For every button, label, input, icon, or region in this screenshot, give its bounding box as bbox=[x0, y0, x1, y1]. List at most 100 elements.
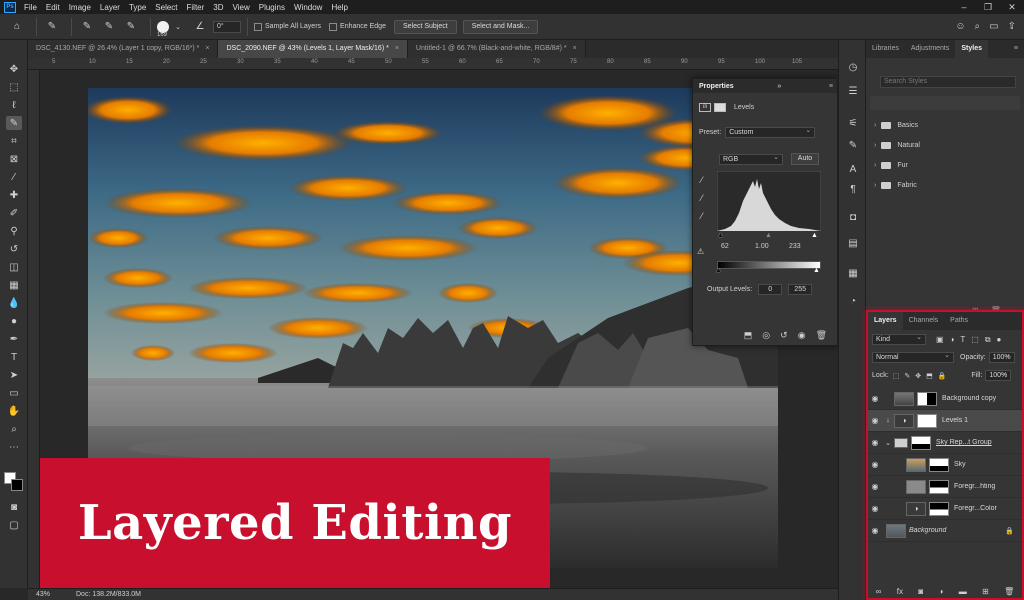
share-export-icon[interactable]: ⇪ bbox=[1008, 21, 1016, 32]
menu-layer[interactable]: Layer bbox=[100, 3, 120, 12]
zoom-tool-icon[interactable]: ⌕ bbox=[6, 422, 22, 436]
folder-basics[interactable]: › Basics bbox=[874, 118, 918, 132]
workspace-icon[interactable]: ▭ bbox=[989, 21, 998, 32]
screen-mode-icon[interactable]: ▢ bbox=[6, 518, 22, 532]
output-black-input[interactable]: 0 bbox=[758, 284, 783, 295]
layer-mask-thumbnail[interactable] bbox=[917, 391, 937, 406]
layer-levels-1[interactable]: ◉ ↓ ◑ Levels 1 bbox=[868, 410, 1022, 432]
channel-dropdown[interactable]: RGB bbox=[719, 153, 783, 165]
menu-plugins[interactable]: Plugins bbox=[259, 3, 285, 12]
enhance-edge-checkbox[interactable] bbox=[329, 22, 338, 31]
auto-button[interactable]: Auto bbox=[791, 153, 819, 165]
eye-icon[interactable]: ◉ bbox=[868, 394, 882, 403]
clip-to-layer-icon[interactable]: ⬒ bbox=[744, 330, 753, 341]
close-icon[interactable]: × bbox=[205, 45, 209, 52]
minimize-icon[interactable]: – bbox=[952, 2, 976, 13]
select-and-mask-button[interactable]: Select and Mask... bbox=[462, 19, 539, 34]
blend-mode-dropdown[interactable]: Normal bbox=[872, 351, 954, 363]
layer-background-copy[interactable]: ◉ Background copy bbox=[868, 388, 1022, 410]
home-icon[interactable]: ⌂ bbox=[8, 19, 26, 35]
mask-icon[interactable] bbox=[714, 103, 726, 112]
brush-settings-icon[interactable]: ⚟ bbox=[845, 116, 861, 130]
menu-window[interactable]: Window bbox=[294, 3, 322, 12]
input-black-value[interactable]: 62 bbox=[721, 243, 755, 250]
brushes-icon[interactable]: ✎ bbox=[845, 138, 861, 152]
link-layers-icon[interactable]: ∞ bbox=[876, 587, 882, 596]
eye-icon[interactable]: ◉ bbox=[868, 526, 882, 535]
layer-foreground-color[interactable]: ◉ ◑ Foregr...Color bbox=[868, 498, 1022, 520]
background-color-swatch[interactable] bbox=[11, 479, 23, 491]
close-icon[interactable]: × bbox=[395, 45, 399, 52]
close-window-icon[interactable]: ✕ bbox=[1000, 2, 1024, 13]
layer-background[interactable]: ◉ Background 🔒 bbox=[868, 520, 1022, 542]
lasso-tool-icon[interactable]: ℓ bbox=[6, 98, 22, 112]
history-brush-tool-icon[interactable]: ↺ bbox=[6, 242, 22, 256]
swatches-icon[interactable]: ▤ bbox=[845, 236, 861, 250]
maximize-icon[interactable]: ❐ bbox=[976, 2, 1000, 13]
patterns-icon[interactable]: ▦ bbox=[845, 266, 861, 280]
layer-mask-thumbnail[interactable] bbox=[929, 479, 949, 494]
menu-select[interactable]: Select bbox=[155, 3, 177, 12]
delete-layer-icon[interactable]: 🗑 bbox=[1004, 587, 1014, 596]
collapse-icon[interactable]: » bbox=[777, 83, 781, 90]
eyedropper-tool-icon[interactable]: ⁄ bbox=[6, 170, 22, 184]
clone-stamp-tool-icon[interactable]: ⚲ bbox=[6, 224, 22, 238]
menu-view[interactable]: View bbox=[233, 3, 250, 12]
preset-dropdown[interactable]: Custom bbox=[725, 126, 816, 138]
quick-selection-preset-icon[interactable]: ✎ bbox=[43, 19, 61, 35]
pen-tool-icon[interactable]: ✒ bbox=[6, 332, 22, 346]
panel-menu-icon[interactable]: ≡ bbox=[1008, 40, 1024, 58]
close-icon[interactable]: × bbox=[573, 45, 577, 52]
visibility-icon[interactable]: ◉ bbox=[798, 330, 806, 341]
select-subject-button[interactable]: Select Subject bbox=[393, 19, 457, 34]
crop-tool-icon[interactable]: ⌗ bbox=[6, 134, 22, 148]
menu-type[interactable]: Type bbox=[129, 3, 146, 12]
eye-icon[interactable]: ◉ bbox=[868, 438, 882, 447]
tab-layers[interactable]: Layers bbox=[868, 312, 903, 330]
frame-tool-icon[interactable]: ⊠ bbox=[6, 152, 22, 166]
input-sliders[interactable]: ▲ ▲ ▲ bbox=[717, 232, 821, 239]
hand-tool-icon[interactable]: ✋ bbox=[6, 404, 22, 418]
lock-icons[interactable]: ⬚✎✥⬒🔒 bbox=[893, 372, 952, 380]
eye-icon[interactable]: ◉ bbox=[868, 416, 882, 425]
menu-3d[interactable]: 3D bbox=[213, 3, 223, 12]
eye-icon[interactable]: ◉ bbox=[868, 504, 882, 513]
search-icon[interactable]: ⌕ bbox=[975, 21, 981, 32]
menu-edit[interactable]: Edit bbox=[46, 3, 60, 12]
properties-panel-icon[interactable]: ☰ bbox=[845, 84, 861, 98]
menu-filter[interactable]: Filter bbox=[187, 3, 205, 12]
menu-file[interactable]: File bbox=[24, 3, 37, 12]
angle-input[interactable]: 0° bbox=[213, 20, 241, 33]
new-layer-icon[interactable]: ⊞ bbox=[982, 587, 989, 596]
layer-mask-thumbnail[interactable] bbox=[911, 435, 931, 450]
tab-libraries[interactable]: Libraries bbox=[866, 40, 905, 58]
brush-tool-icon[interactable]: ✐ bbox=[6, 206, 22, 220]
search-styles-input[interactable]: Search Styles bbox=[880, 76, 1016, 88]
new-group-icon[interactable]: ▬ bbox=[959, 587, 967, 596]
kind-filter-dropdown[interactable]: Kind bbox=[872, 333, 926, 345]
paragraph-icon[interactable]: ¶ bbox=[845, 182, 861, 196]
type-tool-icon[interactable]: T bbox=[6, 350, 22, 364]
eye-icon[interactable]: ◉ bbox=[868, 482, 882, 491]
menu-image[interactable]: Image bbox=[69, 3, 91, 12]
clipping-warning-icon[interactable]: ⚠ bbox=[697, 247, 704, 256]
history-icon[interactable]: ◷ bbox=[845, 60, 861, 74]
eraser-tool-icon[interactable]: ◫ bbox=[6, 260, 22, 274]
tab-untitled-1[interactable]: Untitled-1 @ 66.7% (Black-and-white, RGB… bbox=[407, 40, 586, 58]
chevron-down-icon[interactable]: ⌄ bbox=[882, 439, 894, 447]
tab-paths[interactable]: Paths bbox=[944, 312, 974, 330]
actions-icon[interactable]: ◔ bbox=[845, 294, 861, 308]
fill-input[interactable]: 100% bbox=[985, 369, 1012, 381]
output-white-input[interactable]: 255 bbox=[788, 284, 813, 295]
gradient-tool-icon[interactable]: ▦ bbox=[6, 278, 22, 292]
layer-sky-replacement-group[interactable]: ◉ ⌄ Sky Rep...t Group bbox=[868, 432, 1022, 454]
sample-all-layers-checkbox[interactable] bbox=[254, 22, 262, 31]
subtract-from-selection-icon[interactable]: ✎ bbox=[122, 19, 140, 35]
white-point-eyedropper-icon[interactable]: ⁄ bbox=[701, 211, 703, 221]
tab-channels[interactable]: Channels bbox=[903, 312, 945, 330]
path-selection-tool-icon[interactable]: ➤ bbox=[6, 368, 22, 382]
healing-brush-tool-icon[interactable]: ✚ bbox=[6, 188, 22, 202]
layer-mask-thumbnail[interactable] bbox=[917, 413, 937, 428]
view-previous-icon[interactable]: ◎ bbox=[762, 330, 770, 341]
delete-icon[interactable]: 🗑 bbox=[816, 330, 827, 341]
